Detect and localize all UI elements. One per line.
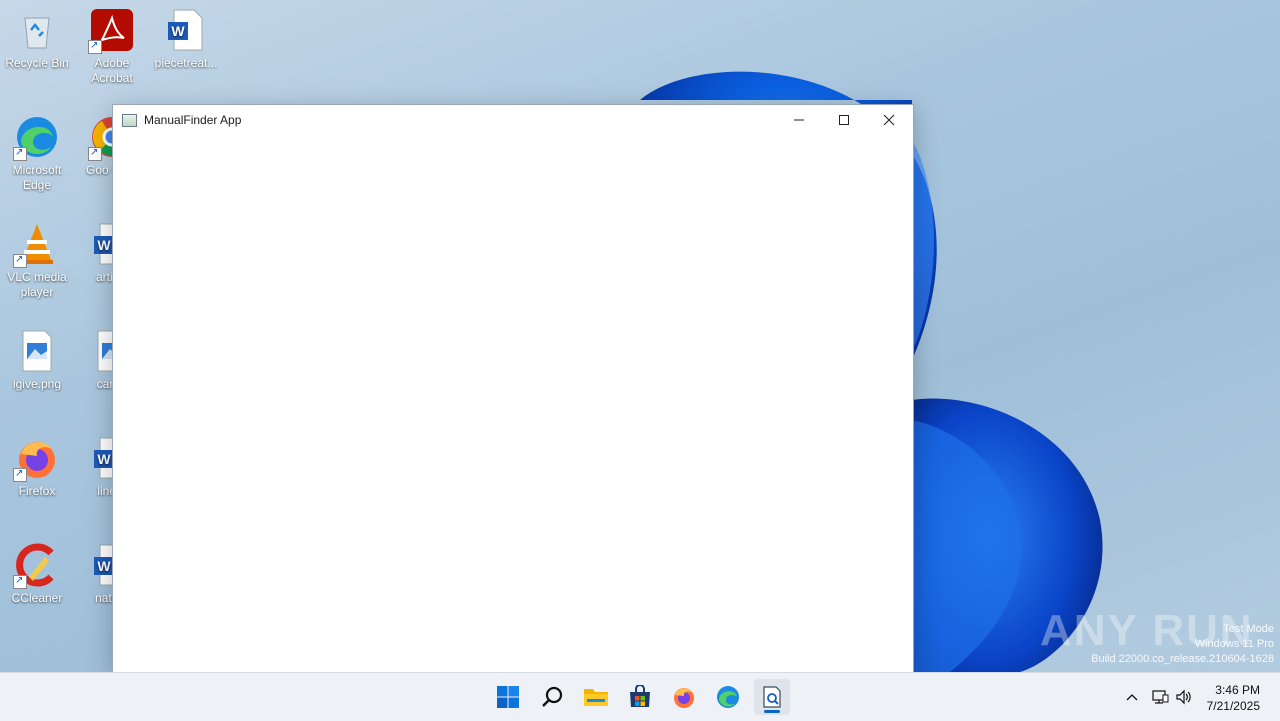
firefox-taskbar-button[interactable] bbox=[666, 679, 702, 715]
adobe-acrobat-icon bbox=[88, 8, 134, 54]
show-hidden-icons-button[interactable] bbox=[1122, 685, 1142, 709]
volume-icon bbox=[1176, 689, 1191, 705]
network-icon bbox=[1152, 690, 1169, 704]
app-icon bbox=[122, 113, 137, 127]
search-button[interactable] bbox=[534, 679, 570, 715]
maximize-button[interactable] bbox=[821, 105, 867, 135]
desktop-icon-label: piecetreat... bbox=[154, 56, 218, 70]
network-button[interactable] bbox=[1148, 685, 1172, 709]
app-window[interactable]: ManualFinder App bbox=[112, 104, 914, 674]
desktop-icon-label: Adobe Acrobat bbox=[91, 56, 133, 85]
desktop-icon-ccleaner[interactable]: CCleaner bbox=[1, 543, 73, 606]
file-explorer-icon bbox=[584, 689, 608, 706]
start-icon bbox=[497, 686, 519, 708]
watermark-line: Test Mode bbox=[1223, 623, 1274, 635]
desktop-icon-label: CCleaner bbox=[11, 591, 63, 605]
shortcut-arrow-icon bbox=[88, 145, 102, 161]
clock-date: 7/21/2025 bbox=[1206, 699, 1260, 713]
recycle-bin-icon bbox=[15, 8, 59, 52]
active-indicator bbox=[764, 710, 780, 713]
title-bar[interactable]: ManualFinder App bbox=[113, 105, 913, 135]
edge-icon bbox=[717, 686, 739, 708]
desktop-icon-label: VLC media player bbox=[7, 270, 67, 299]
shortcut-arrow-icon bbox=[13, 145, 27, 161]
image-file-icon bbox=[15, 329, 59, 373]
test-mode-watermark: Test Mode Windows 11 Pro Build 22000.co_… bbox=[1091, 622, 1274, 667]
microsoft-store-icon bbox=[630, 685, 650, 707]
vlc-icon bbox=[13, 222, 59, 268]
desktop-icon-label: Recycle Bin bbox=[5, 56, 69, 70]
close-button[interactable] bbox=[866, 105, 912, 135]
manualfinder-taskbar-button[interactable] bbox=[754, 679, 790, 715]
clock[interactable]: 3:46 PM 7/21/2025 bbox=[1207, 682, 1260, 714]
shortcut-arrow-icon bbox=[13, 252, 27, 268]
start-button[interactable] bbox=[490, 679, 526, 715]
edge-taskbar-button[interactable] bbox=[710, 679, 746, 715]
chevron-up-icon bbox=[1126, 694, 1138, 701]
close-icon bbox=[883, 114, 895, 126]
window-title: ManualFinder App bbox=[144, 113, 242, 127]
desktop-icon-piecetreat[interactable]: W piecetreat... bbox=[150, 8, 222, 71]
shortcut-arrow-icon bbox=[13, 466, 27, 482]
shortcut-arrow-icon bbox=[13, 573, 27, 589]
minimize-button[interactable] bbox=[776, 105, 822, 135]
svg-text:W: W bbox=[97, 237, 111, 253]
watermark-line: Windows 11 Pro bbox=[1194, 638, 1274, 650]
edge-icon bbox=[13, 115, 59, 161]
taskbar: 3:46 PM 7/21/2025 bbox=[0, 672, 1280, 721]
window-content bbox=[113, 135, 913, 671]
volume-button[interactable] bbox=[1172, 685, 1196, 709]
search-icon bbox=[542, 686, 563, 707]
desktop-icon-microsoft-edge[interactable]: Microsoft Edge bbox=[1, 115, 73, 193]
system-tray bbox=[1122, 673, 1196, 721]
desktop-icon-adobe-acrobat[interactable]: Adobe Acrobat bbox=[76, 8, 148, 86]
file-explorer-button[interactable] bbox=[578, 679, 614, 715]
word-document-icon: W bbox=[164, 8, 208, 52]
desktop-icon-label: igive.png bbox=[12, 377, 62, 391]
manualfinder-app-icon bbox=[763, 686, 781, 708]
svg-text:W: W bbox=[97, 451, 111, 467]
clock-time: 3:46 PM bbox=[1215, 683, 1260, 697]
desktop-icon-firefox[interactable]: Firefox bbox=[1, 436, 73, 499]
ccleaner-icon bbox=[13, 543, 59, 589]
shortcut-arrow-icon bbox=[88, 38, 102, 54]
desktop-icon-vlc[interactable]: VLC media player bbox=[1, 222, 73, 300]
svg-text:W: W bbox=[171, 23, 185, 39]
desktop-icon-label: Microsoft Edge bbox=[12, 163, 62, 192]
microsoft-store-button[interactable] bbox=[622, 679, 658, 715]
watermark-line: Build 22000.co_release.210604-1628 bbox=[1091, 653, 1274, 665]
desktop-icon-recycle-bin[interactable]: Recycle Bin bbox=[1, 8, 73, 71]
desktop-icon-igive-png[interactable]: igive.png bbox=[1, 329, 73, 392]
firefox-icon bbox=[13, 436, 59, 482]
desktop-icon-label: Firefox bbox=[18, 484, 56, 498]
maximize-icon bbox=[839, 115, 849, 125]
firefox-icon bbox=[674, 688, 694, 708]
minimize-icon bbox=[794, 119, 804, 121]
svg-text:W: W bbox=[97, 558, 111, 574]
